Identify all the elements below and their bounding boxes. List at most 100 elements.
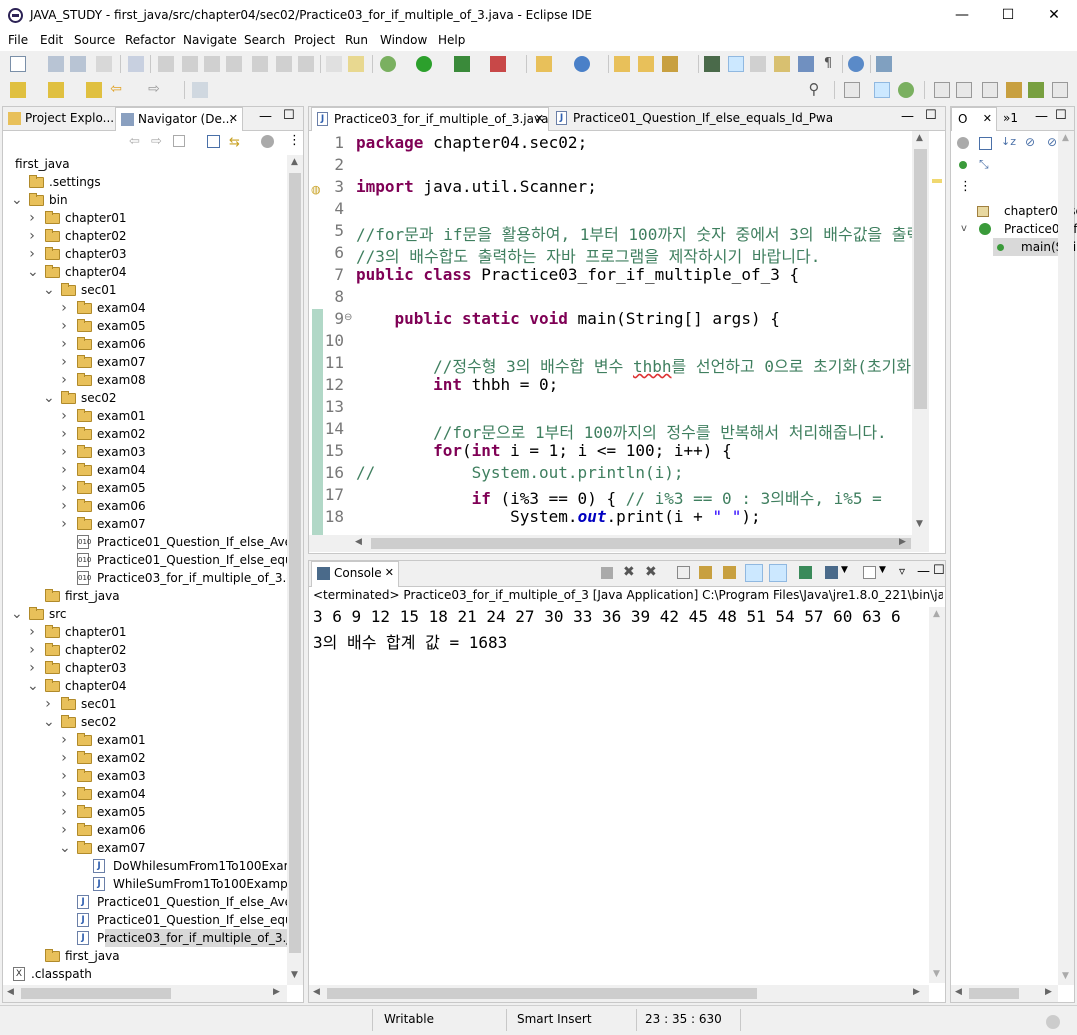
ant-icon[interactable] [348, 56, 364, 72]
show-stdout-icon[interactable] [745, 564, 763, 582]
external-tools-icon[interactable] [490, 56, 506, 72]
code-line[interactable]: import java.util.Scanner; [356, 177, 597, 196]
menu-project[interactable]: Project [294, 33, 335, 47]
minimize-view-icon[interactable]: — [1035, 109, 1048, 124]
tree-item[interactable]: 010 Practice01_Question_If_else_equals_Id… [3, 551, 287, 569]
chevron-down-icon[interactable]: ⌄ [59, 839, 71, 857]
skip-breakpoints-icon[interactable] [158, 56, 174, 72]
last-edit-icon[interactable] [86, 82, 102, 98]
tree-item[interactable]: › exam06 [3, 821, 287, 839]
pilcrow-icon[interactable]: ¶ [820, 56, 836, 72]
scroll-down-icon[interactable]: ▼ [291, 970, 298, 980]
display-console-icon[interactable] [825, 566, 838, 579]
remove-all-icon[interactable]: ✖ [645, 564, 657, 580]
scroll-down-icon[interactable]: ▼ [933, 969, 940, 979]
outline-vscrollbar[interactable]: ▲ ▼ [1058, 131, 1074, 985]
progress-icon[interactable] [1046, 1015, 1060, 1029]
chevron-right-icon[interactable]: › [27, 659, 37, 677]
scroll-right-icon[interactable]: ▶ [1045, 987, 1052, 997]
show-whitespace-icon[interactable] [798, 56, 814, 72]
tree-item[interactable]: › chapter01 [3, 623, 287, 641]
tree-item[interactable]: › chapter03 [3, 659, 287, 677]
tree-item[interactable]: first_java [3, 155, 287, 173]
web-browser-icon[interactable] [848, 56, 864, 72]
chevron-right-icon[interactable]: › [27, 245, 37, 263]
tree-item[interactable]: › exam03 [3, 767, 287, 785]
tree-item[interactable]: J Practice03_for_if_multiple_of_3.java [77, 929, 287, 947]
chevron-right-icon[interactable]: › [59, 317, 69, 335]
java-perspective-icon[interactable] [874, 82, 890, 98]
code-line[interactable]: //for문으로 1부터 100까지의 정수를 반복해서 처리해줍니다. [356, 419, 887, 443]
maximize-view-icon[interactable]: ☐ [1055, 108, 1067, 123]
open-type-icon[interactable] [128, 56, 144, 72]
chevron-right-icon[interactable]: › [59, 497, 69, 515]
tree-item[interactable]: 010 Practice03_for_if_multiple_of_3.class [3, 569, 287, 587]
tree-item[interactable]: J Practice01_Question_If_else_equals_Id_P [3, 911, 287, 929]
tree-item[interactable]: J WhileSumFrom1To100Example.java [3, 875, 287, 893]
tree-scrollbar[interactable]: ▲ ▼ [287, 155, 303, 985]
tree-item[interactable]: 010 Practice01_Question_If_else_Average.c… [3, 533, 287, 551]
chevron-right-icon[interactable]: › [59, 461, 69, 479]
restore-icon[interactable] [934, 82, 950, 98]
close-icon[interactable]: ✕ [535, 108, 544, 130]
tree-item[interactable]: › exam05 [3, 803, 287, 821]
chevron-right-icon[interactable]: › [59, 821, 69, 839]
code-line[interactable]: package chapter04.sec02; [356, 133, 587, 152]
terminate-icon[interactable] [226, 56, 242, 72]
save-icon[interactable] [48, 56, 64, 72]
tree-item[interactable]: first_java [3, 947, 287, 965]
chevron-down-icon[interactable]: ⌄ [11, 605, 23, 623]
chevron-right-icon[interactable]: › [43, 695, 53, 713]
step-into-icon[interactable] [252, 56, 268, 72]
tree-item[interactable]: J Practice01_Question_If_else_Average.jav [3, 893, 287, 911]
link-icon[interactable]: ⤡ [979, 157, 989, 172]
code-line[interactable]: if (i%3 == 0) { // i%3 == 0 : 3의배수, i%5 … [356, 485, 891, 509]
tree-item[interactable]: › exam03 [3, 443, 287, 461]
forward-icon[interactable]: ⇨ [146, 82, 162, 98]
close-button[interactable]: ✕ [1031, 0, 1077, 31]
scroll-up-icon[interactable]: ▲ [916, 133, 923, 143]
word-wrap-icon[interactable] [723, 566, 736, 579]
code-line[interactable]: //3의 배수합도 출력하는 자바 프로그램을 제작하시기 바랍니다. [356, 243, 820, 267]
chevron-right-icon[interactable]: › [59, 407, 69, 425]
hscroll-thumb[interactable] [969, 988, 1019, 999]
chevron-right-icon[interactable]: › [27, 623, 37, 641]
scroll-thumb[interactable] [914, 149, 927, 409]
tree-item[interactable]: › chapter03 [3, 245, 287, 263]
scroll-up-icon[interactable]: ▲ [1062, 133, 1069, 143]
hscroll-thumb[interactable] [371, 538, 911, 549]
resume-icon[interactable] [182, 56, 198, 72]
console-hscrollbar[interactable]: ◀ ▶ [309, 985, 929, 1002]
open-task-icon[interactable] [638, 56, 654, 72]
toggle-icon[interactable] [326, 56, 342, 72]
hide-static-icon[interactable]: ⊘ [1025, 135, 1035, 149]
chevron-right-icon[interactable]: › [59, 785, 69, 803]
chevron-right-icon[interactable]: › [59, 335, 69, 353]
sync-icon[interactable] [876, 56, 892, 72]
scroll-down-icon[interactable]: ▼ [1062, 971, 1069, 981]
tree-item[interactable]: first_java [3, 587, 287, 605]
chevron-right-icon[interactable]: › [27, 227, 37, 245]
chevron-right-icon[interactable]: › [59, 299, 69, 317]
close-icon[interactable]: ✕ [229, 108, 238, 130]
open-folder-icon[interactable] [614, 56, 630, 72]
scroll-thumb[interactable] [289, 173, 301, 953]
perspective-open-icon[interactable] [844, 82, 860, 98]
view-menu-icon[interactable]: ⋮ [959, 179, 972, 194]
editor-tab-practice03[interactable]: J Practice03_for_if_multiple_of_3.java ✕ [311, 107, 549, 131]
maximize-view-icon[interactable]: ☐ [925, 108, 937, 123]
new-icon[interactable] [10, 56, 26, 72]
clear-console-icon[interactable] [677, 566, 690, 579]
hide-nonpublic-icon[interactable]: ⊘ [1047, 135, 1057, 149]
print-icon[interactable] [96, 56, 112, 72]
task-list-icon[interactable] [1028, 82, 1044, 98]
minimize-button[interactable]: — [939, 0, 985, 31]
maximize-view-icon[interactable]: ☐ [283, 108, 295, 123]
menu-source[interactable]: Source [74, 33, 115, 47]
hscroll-thumb[interactable] [21, 988, 171, 999]
menu-file[interactable]: File [8, 33, 28, 47]
tab-navigator[interactable]: Navigator (De... ✕ [115, 107, 243, 131]
tree-item[interactable]: › exam06 [3, 497, 287, 515]
tab-console[interactable]: Console ✕ [311, 561, 399, 587]
scroll-right-icon[interactable]: ▶ [899, 537, 906, 547]
